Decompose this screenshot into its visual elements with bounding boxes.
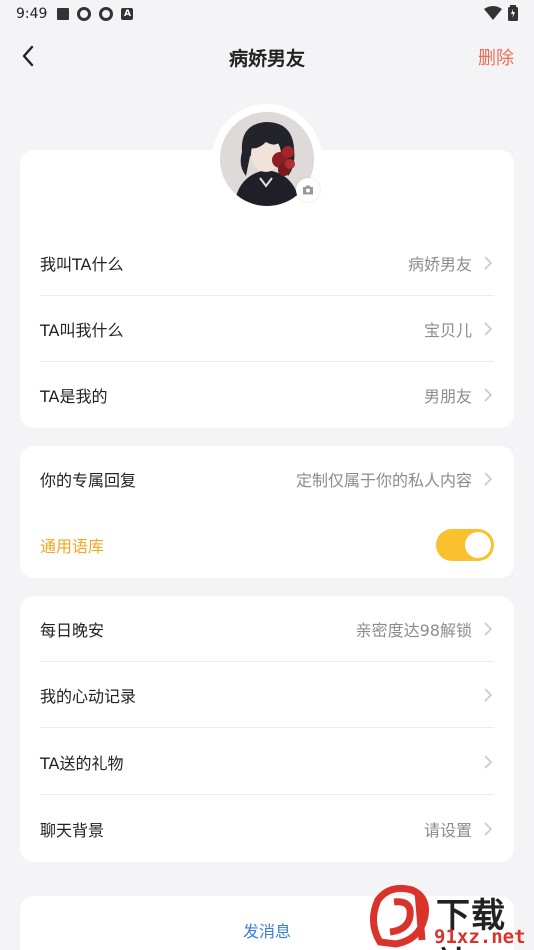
row-general-library: 通用语库 [40, 512, 494, 578]
notification-aperture-icon [77, 7, 92, 21]
chevron-right-icon [482, 622, 494, 636]
row-daily-goodnight[interactable]: 每日晚安 亲密度达98解锁 [40, 596, 494, 662]
chevron-right-icon [482, 256, 494, 270]
row-gifts[interactable]: TA送的礼物 [40, 729, 494, 795]
status-time: 9:49 [16, 6, 48, 22]
chevron-right-icon [482, 755, 494, 769]
row-ta-is-my[interactable]: TA是我的 男朋友 [40, 362, 494, 428]
change-avatar-button[interactable] [296, 178, 320, 202]
notification-icons: A [57, 7, 134, 21]
row-label: 你的专属回复 [40, 471, 137, 490]
status-bar: 9:49 A [0, 0, 534, 28]
chevron-right-icon [482, 322, 494, 336]
row-value: 男朋友 [423, 387, 472, 406]
row-value: 定制仅属于你的私人内容 [295, 471, 472, 490]
chevron-right-icon [482, 688, 494, 702]
battery-icon [508, 5, 518, 21]
row-value: 宝贝儿 [423, 321, 472, 340]
wifi-icon [484, 6, 502, 20]
features-card: 每日晚安 亲密度达98解锁 我的心动记录 TA送的礼物 聊天背景 请设置 [20, 596, 514, 862]
watermark-logo: 下载站 91xz.net [360, 882, 534, 950]
page-title: 病娇男友 [228, 48, 305, 70]
row-label: 每日晚安 [40, 621, 105, 640]
reply-card: 你的专属回复 定制仅属于你的私人内容 通用语库 [20, 446, 514, 578]
row-value: 亲密度达98解锁 [355, 621, 472, 640]
row-heartbeat-records[interactable]: 我的心动记录 [40, 662, 494, 728]
chevron-right-icon [482, 472, 494, 486]
chevron-right-icon [482, 388, 494, 402]
notification-square-icon [57, 8, 70, 20]
notification-aperture-icon-2 [99, 7, 114, 21]
row-label: TA叫我什么 [40, 321, 124, 340]
delete-button[interactable]: 删除 [478, 44, 514, 70]
notification-a-icon: A [121, 8, 134, 20]
toggle-knob [465, 532, 491, 558]
watermark-emblem-icon [370, 884, 429, 948]
system-icons [484, 5, 518, 21]
general-library-toggle[interactable] [436, 529, 494, 561]
row-ta-call-me[interactable]: TA叫我什么 宝贝儿 [40, 296, 494, 362]
row-label: 聊天背景 [40, 821, 105, 840]
row-label: 我叫TA什么 [40, 255, 124, 274]
row-label: TA送的礼物 [40, 754, 124, 773]
row-label: 我的心动记录 [40, 687, 137, 706]
row-value: 请设置 [423, 821, 472, 840]
row-chat-background[interactable]: 聊天背景 请设置 [40, 796, 494, 862]
header: 病娇男友 删除 [0, 30, 534, 82]
watermark-url: 91xz.net [434, 926, 526, 948]
row-exclusive-reply[interactable]: 你的专属回复 定制仅属于你的私人内容 [40, 446, 494, 512]
row-label: TA是我的 [40, 387, 108, 406]
camera-icon [303, 185, 313, 195]
row-call-ta[interactable]: 我叫TA什么 病娇男友 [40, 230, 494, 296]
chevron-right-icon [482, 822, 494, 836]
row-value: 病娇男友 [407, 255, 472, 274]
general-library-label: 通用语库 [40, 537, 105, 556]
